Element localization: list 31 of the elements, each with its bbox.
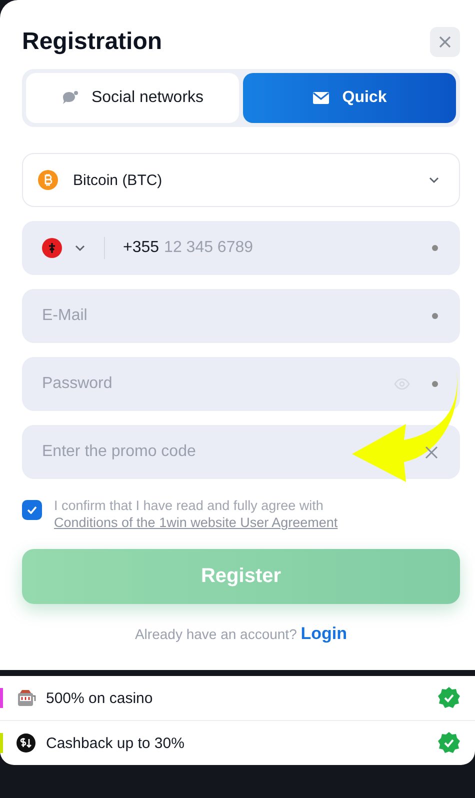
login-link[interactable]: Login xyxy=(300,624,348,643)
agreement-link[interactable]: Conditions of the 1win website User Agreement xyxy=(54,515,338,530)
email-field[interactable]: E-Mail xyxy=(22,289,460,343)
login-prompt: Already have an account? Login xyxy=(134,624,348,644)
phone-field[interactable]: +355 12 345 6789 xyxy=(22,221,460,275)
clear-icon[interactable] xyxy=(425,446,438,458)
chat-bubble-icon xyxy=(61,90,80,106)
bonus-label: Cashback up to 30% xyxy=(46,734,186,752)
chevron-down-icon[interactable] xyxy=(74,244,86,252)
bonus-label: 500% on casino xyxy=(46,690,154,706)
checkmark-icon xyxy=(27,506,37,514)
bitcoin-icon xyxy=(38,170,58,190)
email-input[interactable]: E-Mail xyxy=(42,307,418,325)
currency-select[interactable]: Bitcoin (BTC) xyxy=(22,153,460,207)
tab[interactable]: Social networks xyxy=(26,73,239,123)
close-icon xyxy=(438,35,452,49)
tab[interactable]: Quick xyxy=(243,73,456,123)
envelope-icon xyxy=(312,91,330,105)
promo-field[interactable]: Enter the promo code xyxy=(22,425,460,479)
flag-icon xyxy=(42,238,62,258)
slot-machine-icon xyxy=(16,688,36,708)
password-field[interactable]: Password xyxy=(22,357,460,411)
password-input[interactable]: Password xyxy=(42,375,384,393)
dollar-coin-icon xyxy=(16,733,36,753)
close-button[interactable] xyxy=(430,27,460,57)
agreement-text: I confirm that I have read and fully agree with Conditions of the 1win website User Agreement xyxy=(54,497,339,531)
chevron-down-icon xyxy=(428,176,440,184)
window-title: Registration xyxy=(22,28,162,56)
promo-input[interactable]: Enter the promo code xyxy=(42,443,222,461)
phone-input[interactable]: 12 345 6789 xyxy=(164,239,428,257)
agreement-checkbox[interactable] xyxy=(22,500,42,520)
